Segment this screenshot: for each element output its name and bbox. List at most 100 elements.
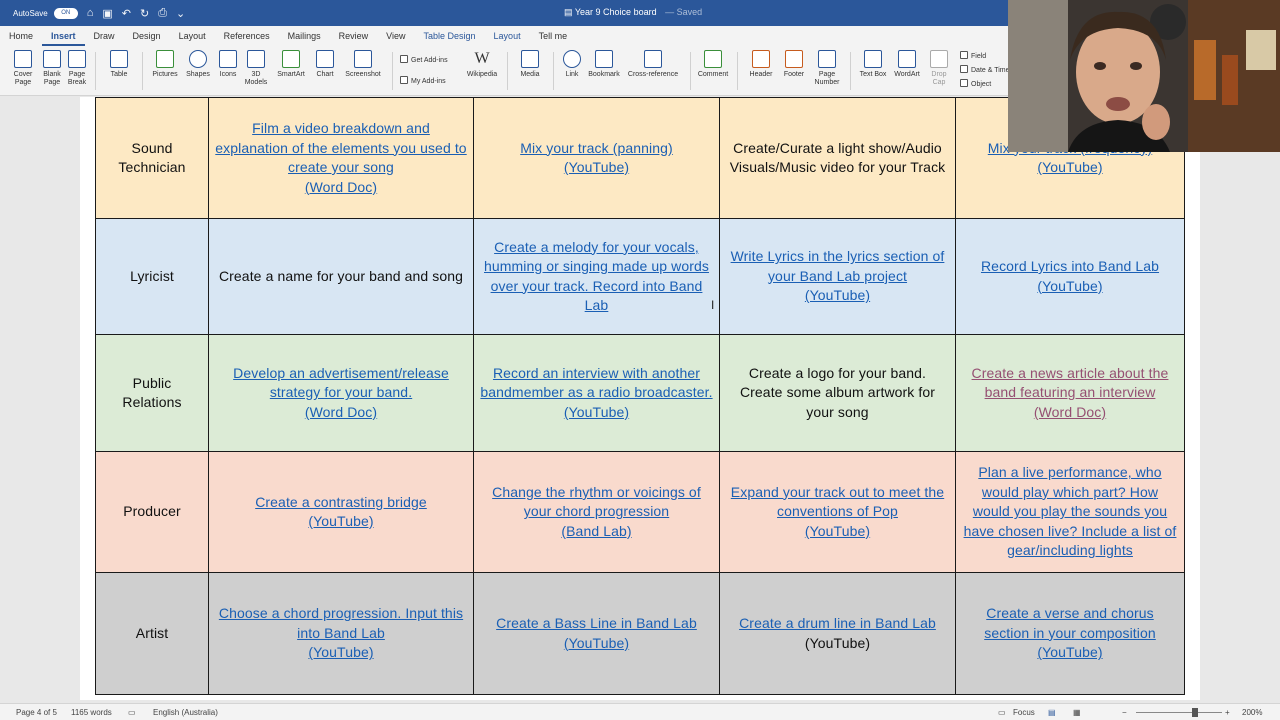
task-cell[interactable]: Record an interview with another bandmem… bbox=[473, 334, 720, 452]
undo-icon[interactable]: ↶ bbox=[122, 7, 131, 20]
screenshot-button[interactable]: Screenshot bbox=[342, 50, 384, 79]
task-cell[interactable]: Plan a live performance, who would play … bbox=[955, 451, 1185, 573]
print-icon[interactable]: ⎙ bbox=[158, 7, 167, 20]
language-indicator[interactable]: English (Australia) bbox=[153, 708, 218, 717]
role-cell[interactable]: Artist bbox=[95, 572, 209, 695]
task-cell[interactable]: Create a melody for your vocals, humming… bbox=[473, 218, 720, 335]
cover-page-button[interactable]: Cover Page bbox=[10, 50, 36, 87]
tab-table-design[interactable]: Table Design bbox=[415, 26, 485, 46]
bookmark-button[interactable]: Bookmark bbox=[586, 50, 622, 79]
customize-icon[interactable]: ⌄ bbox=[176, 7, 185, 20]
task-link[interactable]: Choose a chord progression. Input this i… bbox=[219, 605, 463, 660]
web-layout-icon[interactable]: ▦ bbox=[1073, 708, 1081, 717]
task-cell[interactable]: Create a drum line in Band Lab (YouTube) bbox=[719, 572, 956, 695]
role-cell[interactable]: Lyricist bbox=[95, 218, 209, 335]
zoom-slider[interactable] bbox=[1136, 712, 1222, 713]
tab-review[interactable]: Review bbox=[330, 26, 378, 46]
media-button[interactable]: Media bbox=[515, 50, 545, 79]
task-link[interactable]: Write Lyrics in the lyrics section of yo… bbox=[731, 248, 945, 303]
drop-cap-button[interactable]: Drop Cap bbox=[927, 50, 951, 87]
task-cell[interactable]: Create a name for your band and song bbox=[208, 218, 474, 335]
tab-insert[interactable]: Insert bbox=[42, 26, 85, 46]
link-button[interactable]: Link bbox=[560, 50, 584, 79]
comment-button[interactable]: Comment bbox=[696, 50, 730, 79]
task-cell[interactable]: Expand your track out to meet the conven… bbox=[719, 451, 956, 573]
task-cell[interactable]: Mix your track (panning) (YouTube) bbox=[473, 97, 720, 219]
focus-button[interactable]: Focus bbox=[1013, 708, 1035, 717]
task-cell[interactable]: Create a verse and chorus section in you… bbox=[955, 572, 1185, 695]
task-link[interactable]: Film a video breakdown and explanation o… bbox=[215, 120, 466, 195]
object-button[interactable]: Object bbox=[960, 79, 991, 88]
task-cell[interactable]: Record Lyrics into Band Lab (YouTube) bbox=[955, 218, 1185, 335]
blank-page-button[interactable]: Blank Page bbox=[39, 50, 65, 87]
task-cell[interactable]: Choose a chord progression. Input this i… bbox=[208, 572, 474, 695]
page-number-button[interactable]: Page Number bbox=[812, 50, 842, 87]
focus-icon[interactable]: ▭ bbox=[998, 708, 1006, 717]
tab-home[interactable]: Home bbox=[0, 26, 42, 46]
proofing-icon[interactable]: ▭ bbox=[128, 708, 136, 717]
task-link[interactable]: Expand your track out to meet the conven… bbox=[731, 484, 944, 539]
task-cell[interactable]: Create/Curate a light show/Audio Visuals… bbox=[719, 97, 956, 219]
field-button[interactable]: Field bbox=[960, 51, 986, 60]
tab-layout[interactable]: Layout bbox=[170, 26, 215, 46]
zoom-level[interactable]: 200% bbox=[1242, 708, 1262, 717]
task-link[interactable]: Create a Bass Line in Band Lab (YouTube) bbox=[496, 615, 697, 651]
task-link[interactable]: Create a verse and chorus section in you… bbox=[984, 605, 1156, 660]
cross-reference-button[interactable]: Cross-reference bbox=[624, 50, 682, 79]
zoom-out-icon[interactable]: − bbox=[1122, 708, 1127, 717]
role-cell[interactable]: Public Relations bbox=[95, 334, 209, 452]
get-addins-button[interactable]: Get Add-ins bbox=[400, 55, 448, 64]
task-link[interactable]: Create a melody for your vocals, humming… bbox=[484, 239, 709, 314]
task-cell[interactable]: Film a video breakdown and explanation o… bbox=[208, 97, 474, 219]
save-icon[interactable]: ▣ bbox=[102, 7, 112, 20]
tab-mailings[interactable]: Mailings bbox=[279, 26, 330, 46]
wordart-button[interactable]: WordArt bbox=[891, 50, 923, 79]
task-cell[interactable]: Change the rhythm or voicings of your ch… bbox=[473, 451, 720, 573]
page-count[interactable]: Page 4 of 5 bbox=[16, 708, 57, 717]
task-cell[interactable]: Create a logo for your band. Create some… bbox=[719, 334, 956, 452]
tab-view[interactable]: View bbox=[377, 26, 414, 46]
header-button[interactable]: Header bbox=[746, 50, 776, 79]
task-link[interactable]: Record an interview with another bandmem… bbox=[480, 365, 712, 420]
task-link[interactable]: Develop an advertisement/release strateg… bbox=[233, 365, 449, 420]
table-button[interactable]: Table bbox=[104, 50, 134, 79]
chart-button[interactable]: Chart bbox=[312, 50, 338, 79]
footer-button[interactable]: Footer bbox=[779, 50, 809, 79]
wikipedia-button[interactable]: W Wikipedia bbox=[464, 50, 500, 79]
3d-models-button[interactable]: 3D Models bbox=[243, 50, 269, 87]
task-cell[interactable]: Create a Bass Line in Band Lab (YouTube) bbox=[473, 572, 720, 695]
task-link[interactable]: Create a news article about the band fea… bbox=[972, 365, 1169, 420]
role-cell[interactable]: Sound Technician bbox=[95, 97, 209, 219]
text-box-button[interactable]: Text Box bbox=[857, 50, 889, 79]
zoom-slider-thumb[interactable] bbox=[1192, 708, 1198, 717]
task-link[interactable]: Create a contrasting bridge (YouTube) bbox=[255, 494, 427, 530]
print-layout-icon[interactable]: ▤ bbox=[1048, 708, 1056, 717]
pictures-button[interactable]: Pictures bbox=[148, 50, 182, 79]
page-break-button[interactable]: Page Break bbox=[64, 50, 90, 87]
document-page[interactable]: Sound Technician Film a video breakdown a… bbox=[80, 97, 1200, 700]
tab-tell-me[interactable]: Tell me bbox=[530, 26, 577, 46]
shapes-button[interactable]: Shapes bbox=[183, 50, 213, 79]
task-link[interactable]: Create a drum line in Band Lab bbox=[739, 615, 936, 631]
my-addins-button[interactable]: My Add-ins bbox=[400, 76, 446, 85]
zoom-in-icon[interactable]: + bbox=[1225, 708, 1230, 717]
word-count[interactable]: 1165 words bbox=[71, 708, 112, 717]
task-link[interactable]: Record Lyrics into Band Lab (YouTube) bbox=[981, 258, 1159, 294]
task-link[interactable]: Change the rhythm or voicings of your ch… bbox=[492, 484, 701, 539]
redo-icon[interactable]: ↻ bbox=[140, 7, 149, 20]
task-cell[interactable]: Develop an advertisement/release strateg… bbox=[208, 334, 474, 452]
tab-design[interactable]: Design bbox=[124, 26, 170, 46]
icons-button[interactable]: Icons bbox=[215, 50, 241, 79]
smartart-button[interactable]: SmartArt bbox=[274, 50, 308, 79]
task-cell[interactable]: Create a contrasting bridge (YouTube) bbox=[208, 451, 474, 573]
task-link[interactable]: Mix your track (panning) (YouTube) bbox=[520, 140, 673, 176]
date-time-button[interactable]: Date & Time bbox=[960, 65, 1010, 74]
home-icon[interactable]: ⌂ bbox=[87, 7, 94, 19]
autosave-toggle[interactable]: ON bbox=[53, 7, 78, 19]
role-cell[interactable]: Producer bbox=[95, 451, 209, 573]
tab-layout-table[interactable]: Layout bbox=[485, 26, 530, 46]
tab-references[interactable]: References bbox=[215, 26, 279, 46]
task-cell[interactable]: Write Lyrics in the lyrics section of yo… bbox=[719, 218, 956, 335]
task-cell[interactable]: Create a news article about the band fea… bbox=[955, 334, 1185, 452]
task-link[interactable]: Plan a live performance, who would play … bbox=[964, 464, 1177, 558]
